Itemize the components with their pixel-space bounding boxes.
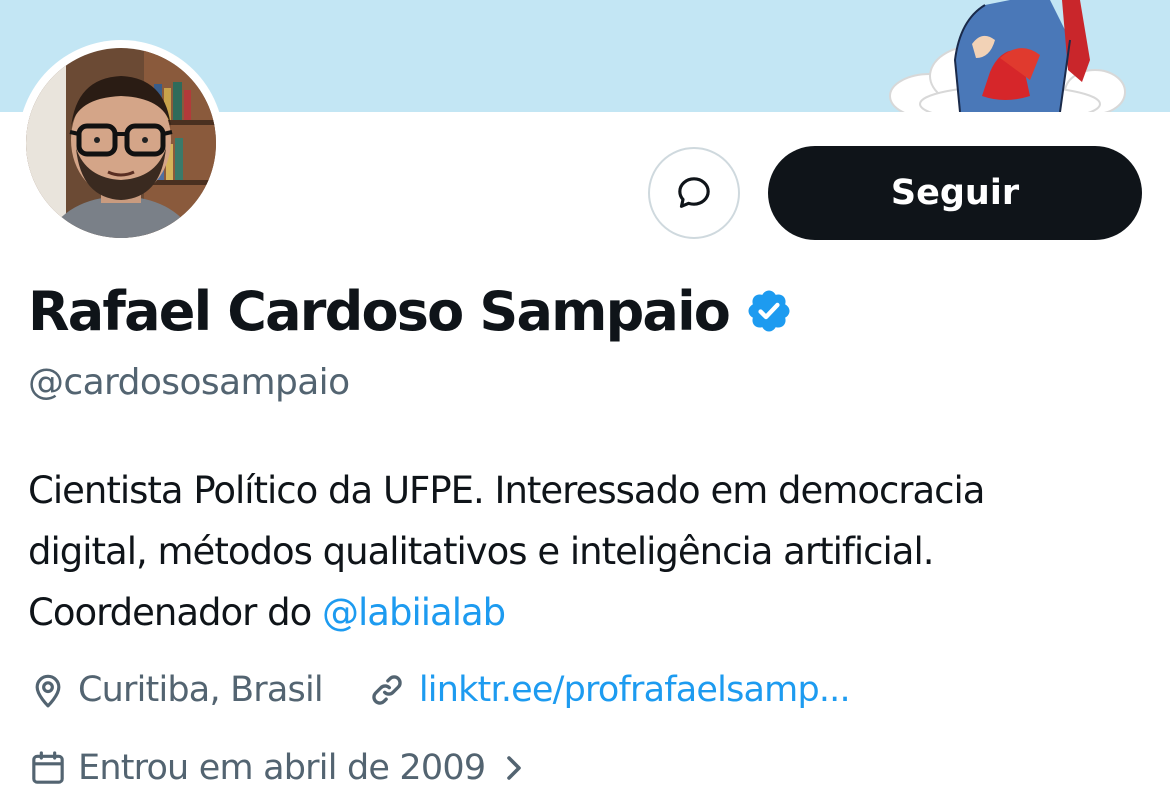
- profile-bio: Cientista Político da UFPE. Interessado …: [28, 460, 1148, 643]
- verified-badge-icon[interactable]: [745, 287, 793, 335]
- location-text: Curitiba, Brasil: [78, 670, 324, 710]
- profile-avatar[interactable]: [18, 40, 224, 246]
- follow-button[interactable]: Seguir: [768, 146, 1142, 240]
- joined-row[interactable]: Entrou em abril de 2009: [28, 743, 527, 793]
- location-pin-icon: [35, 674, 61, 708]
- avatar-photo: [26, 48, 216, 238]
- message-button[interactable]: [648, 147, 740, 239]
- bio-line: Cientista Político da UFPE. Interessado …: [28, 469, 985, 512]
- website-text[interactable]: linktr.ee/profrafaelsamp...: [419, 670, 851, 710]
- bio-line: Coordenador do @labiialab: [28, 582, 1148, 643]
- calendar-icon: [32, 751, 64, 784]
- profile-meta-row: Curitiba, Brasil linktr.ee/profrafaelsam…: [28, 665, 851, 715]
- profile-name-row: Rafael Cardoso Sampaio: [28, 278, 793, 344]
- bio-line: digital, métodos qualitativos e inteligê…: [28, 530, 935, 573]
- bio-text: Coordenador do: [28, 591, 323, 634]
- joined-text: Entrou em abril de 2009: [78, 748, 486, 788]
- message-bubble-icon: [678, 177, 710, 208]
- profile-screen: Seguir Rafael Cardoso Sampaio @cardososa…: [0, 0, 1170, 794]
- profile-handle: @cardososampaio: [28, 362, 350, 403]
- mention-link[interactable]: @labiialab: [322, 591, 506, 634]
- display-name: Rafael Cardoso Sampaio: [28, 279, 731, 343]
- website-link[interactable]: linktr.ee/profrafaelsamp...: [367, 670, 851, 710]
- chevron-right-icon: [507, 756, 522, 780]
- link-icon: [372, 675, 402, 705]
